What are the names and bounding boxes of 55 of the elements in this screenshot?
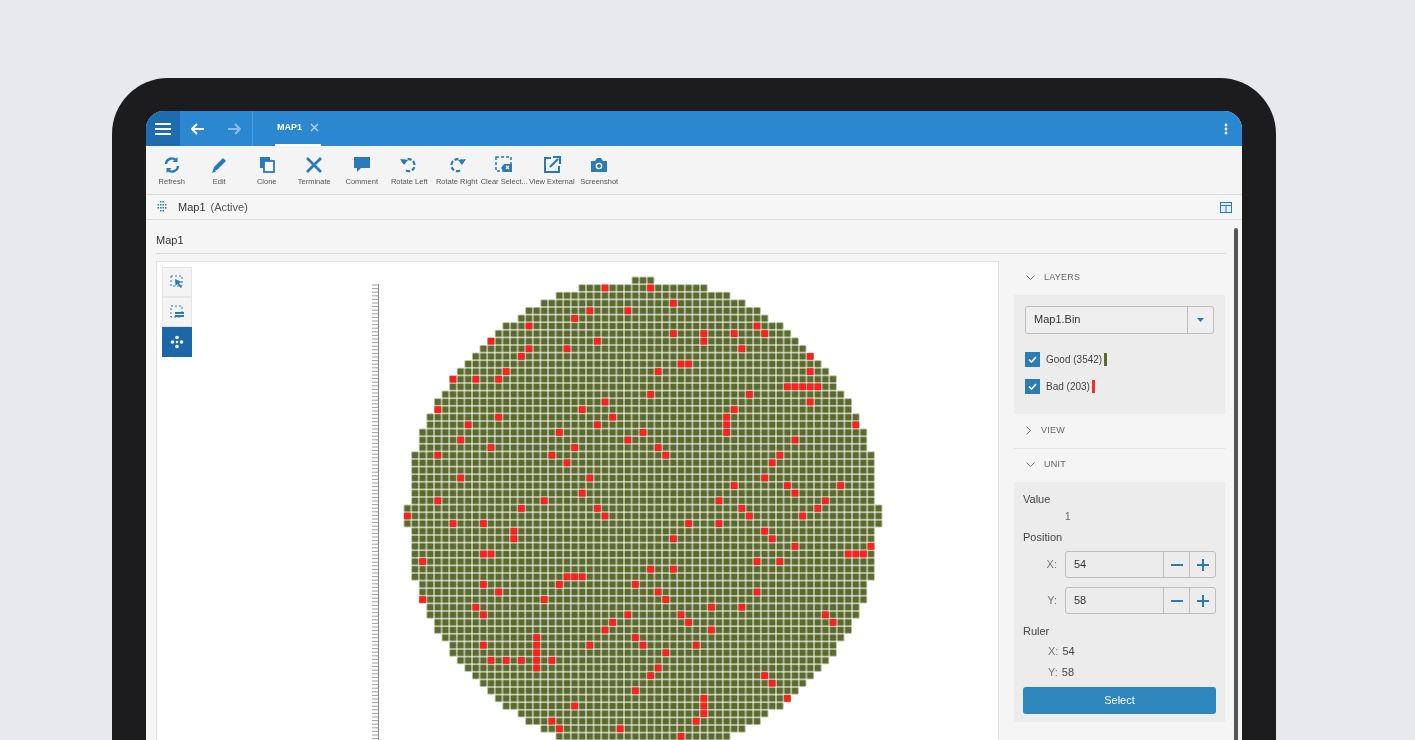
ruler-value: 54 (1062, 643, 1075, 659)
back-arrow-icon (191, 122, 205, 135)
plus-icon (1196, 594, 1209, 607)
select-button[interactable]: Select (1023, 686, 1216, 714)
section-header[interactable]: VIEW (1014, 413, 1225, 448)
position-input[interactable]: 54 (1066, 552, 1163, 577)
map-tool-button[interactable] (162, 326, 192, 357)
value-label: Value (1023, 491, 1052, 507)
checkbox[interactable] (1025, 378, 1040, 394)
menu-icon (155, 122, 171, 135)
axis-label: Y: (1046, 593, 1058, 609)
map-tool-button[interactable] (162, 266, 192, 297)
breadcrumb-status: (Active) (210, 199, 248, 215)
position-input[interactable]: 58 (1066, 588, 1163, 613)
section-header[interactable]: LAYERS (1014, 260, 1225, 295)
map-heading: Map1 (156, 220, 1226, 254)
speech-bubble-icon (351, 154, 372, 175)
forward-arrow-icon (227, 122, 241, 135)
axis-label: X: (1045, 557, 1058, 573)
clear-selection-icon (494, 154, 515, 175)
value-text: 1 (1064, 509, 1072, 524)
list-selection-icon (170, 304, 184, 319)
minus-icon (1170, 563, 1183, 566)
x-icon (304, 154, 325, 175)
chevron-down-icon (1026, 462, 1035, 468)
breadcrumb-title: Map1 (178, 199, 206, 215)
layer-label: Good (3542) (1046, 352, 1103, 367)
position-input-field[interactable]: 54 (1065, 551, 1216, 578)
chevron-right-icon (1026, 426, 1032, 435)
kebab-icon (1224, 122, 1228, 135)
chevron-down-icon (1026, 274, 1035, 281)
grid-globe-icon (156, 201, 168, 213)
layer-label: Bad (203) (1046, 379, 1090, 394)
layer-dropdown[interactable]: Map1.Bin (1025, 305, 1214, 334)
plus-icon (1196, 558, 1209, 571)
select-cursor-icon (170, 274, 184, 289)
map-tool-button[interactable] (162, 296, 192, 327)
external-link-icon (541, 154, 562, 175)
position-label: Position (1023, 529, 1064, 545)
axis-label: Y: (1048, 664, 1058, 680)
position-input-field[interactable]: 58 (1065, 587, 1216, 614)
layout-icon[interactable] (1220, 201, 1232, 213)
close-icon[interactable] (310, 123, 319, 132)
minus-icon (1170, 599, 1183, 602)
checkmark-icon (1028, 382, 1037, 390)
move-icon (170, 334, 184, 349)
ruler-label: Ruler (1023, 623, 1051, 639)
caret-down-icon (1197, 317, 1204, 322)
checkmark-icon (1028, 355, 1037, 363)
ruler-value: 58 (1061, 664, 1075, 680)
axis-label: X: (1048, 643, 1059, 659)
checkbox[interactable] (1025, 351, 1040, 367)
scrollbar[interactable] (1234, 228, 1238, 740)
section-header[interactable]: UNIT (1014, 447, 1225, 482)
menu-button[interactable] (146, 111, 180, 146)
